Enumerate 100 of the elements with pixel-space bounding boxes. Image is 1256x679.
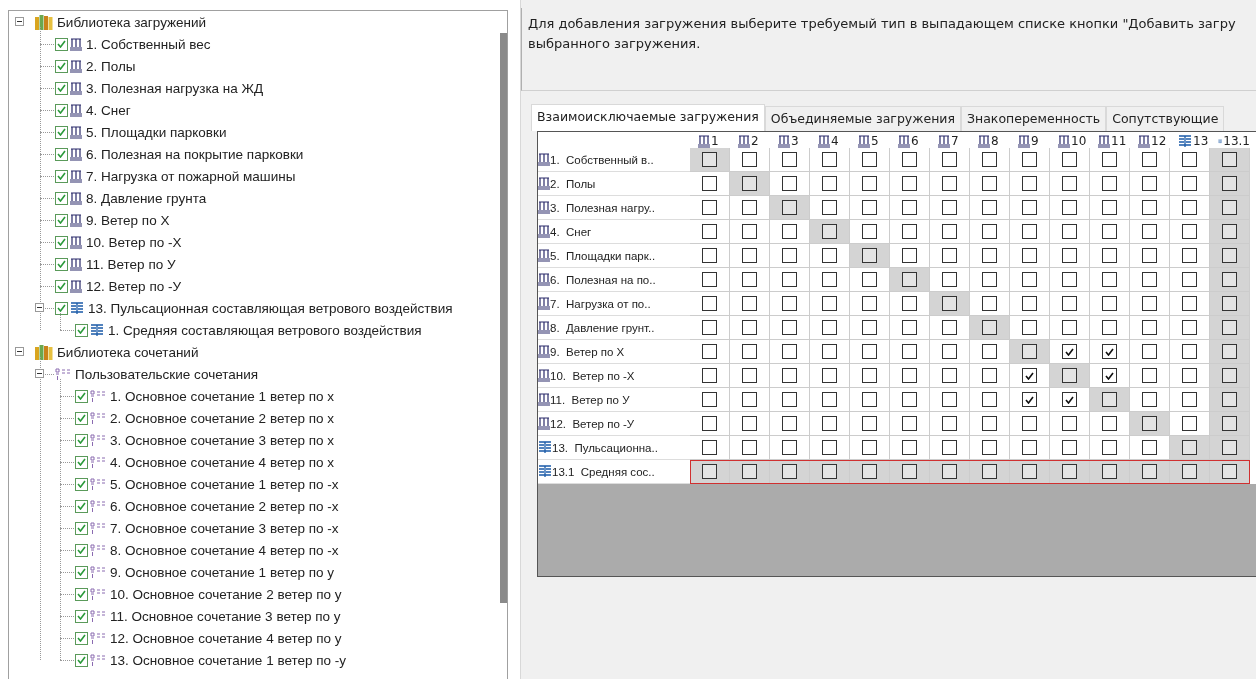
grid-checkbox[interactable] bbox=[782, 200, 797, 215]
tree-checkbox[interactable] bbox=[55, 235, 68, 249]
grid-checkbox[interactable] bbox=[702, 200, 717, 215]
tree-item[interactable]: 9. Основное сочетание 1 ветер по у bbox=[110, 564, 335, 580]
grid-checkbox[interactable] bbox=[942, 440, 957, 455]
grid-checkbox[interactable] bbox=[1222, 416, 1237, 431]
tree-item[interactable]: 10. Основное сочетание 2 ветер по у bbox=[110, 586, 342, 602]
grid-checkbox[interactable] bbox=[782, 296, 797, 311]
grid-checkbox[interactable] bbox=[702, 224, 717, 239]
grid-checkbox[interactable] bbox=[1062, 440, 1077, 455]
grid-checkbox[interactable] bbox=[1062, 392, 1077, 407]
tree-checkbox[interactable] bbox=[75, 389, 88, 403]
grid-checkbox[interactable] bbox=[742, 344, 757, 359]
grid-checkbox[interactable] bbox=[1222, 152, 1237, 167]
grid-checkbox[interactable] bbox=[1022, 200, 1037, 215]
grid-checkbox[interactable] bbox=[1142, 152, 1157, 167]
grid-checkbox[interactable] bbox=[1142, 176, 1157, 191]
tree-item[interactable]: 2. Полы bbox=[86, 58, 136, 74]
tree-checkbox[interactable] bbox=[55, 37, 68, 51]
grid-checkbox[interactable] bbox=[902, 176, 917, 191]
grid-checkbox[interactable] bbox=[1062, 224, 1077, 239]
collapse-icon[interactable] bbox=[15, 347, 24, 356]
grid-checkbox[interactable] bbox=[902, 464, 917, 479]
grid-checkbox[interactable] bbox=[702, 152, 717, 167]
tree-item[interactable]: 6. Основное сочетание 2 ветер по -х bbox=[110, 498, 339, 514]
grid-checkbox[interactable] bbox=[1062, 152, 1077, 167]
grid-checkbox[interactable] bbox=[1182, 440, 1197, 455]
grid-checkbox[interactable] bbox=[1142, 344, 1157, 359]
grid-checkbox[interactable] bbox=[822, 200, 837, 215]
tree-item[interactable]: 7. Основное сочетание 3 ветер по -х bbox=[110, 520, 339, 536]
grid-checkbox[interactable] bbox=[1062, 344, 1077, 359]
grid-checkbox[interactable] bbox=[1102, 224, 1117, 239]
grid-checkbox[interactable] bbox=[902, 344, 917, 359]
grid-checkbox[interactable] bbox=[1222, 368, 1237, 383]
grid-checkbox[interactable] bbox=[1222, 440, 1237, 455]
grid-checkbox[interactable] bbox=[982, 344, 997, 359]
grid-checkbox[interactable] bbox=[702, 272, 717, 287]
grid-checkbox[interactable] bbox=[862, 392, 877, 407]
grid-checkbox[interactable] bbox=[982, 248, 997, 263]
tree-item[interactable]: 4. Основное сочетание 4 ветер по х bbox=[110, 454, 335, 470]
grid-checkbox[interactable] bbox=[782, 416, 797, 431]
grid-checkbox[interactable] bbox=[742, 200, 757, 215]
tab[interactable]: Сопутствующие bbox=[1106, 106, 1225, 131]
grid-checkbox[interactable] bbox=[1182, 416, 1197, 431]
grid-checkbox[interactable] bbox=[822, 224, 837, 239]
grid-checkbox[interactable] bbox=[742, 392, 757, 407]
grid-checkbox[interactable] bbox=[942, 248, 957, 263]
grid-checkbox[interactable] bbox=[942, 152, 957, 167]
grid-checkbox[interactable] bbox=[902, 272, 917, 287]
grid-checkbox[interactable] bbox=[782, 344, 797, 359]
grid-checkbox[interactable] bbox=[862, 344, 877, 359]
grid-checkbox[interactable] bbox=[982, 416, 997, 431]
tree-item[interactable]: 6. Полезная на покрытие парковки bbox=[86, 146, 304, 162]
grid-checkbox[interactable] bbox=[942, 368, 957, 383]
tree-item[interactable]: 4. Снег bbox=[86, 102, 131, 118]
tree-checkbox[interactable] bbox=[75, 631, 88, 645]
grid-checkbox[interactable] bbox=[1222, 296, 1237, 311]
tree-checkbox[interactable] bbox=[55, 279, 68, 293]
grid-checkbox[interactable] bbox=[702, 296, 717, 311]
grid-checkbox[interactable] bbox=[1142, 248, 1157, 263]
grid-checkbox[interactable] bbox=[1142, 368, 1157, 383]
grid-checkbox[interactable] bbox=[1102, 272, 1117, 287]
tree-checkbox[interactable] bbox=[75, 455, 88, 469]
tree-checkbox[interactable] bbox=[75, 565, 88, 579]
grid-checkbox[interactable] bbox=[782, 176, 797, 191]
grid-checkbox[interactable] bbox=[1142, 440, 1157, 455]
grid-checkbox[interactable] bbox=[942, 416, 957, 431]
grid-checkbox[interactable] bbox=[1062, 200, 1077, 215]
grid-checkbox[interactable] bbox=[902, 296, 917, 311]
tree-checkbox[interactable] bbox=[75, 477, 88, 491]
grid-checkbox[interactable] bbox=[982, 440, 997, 455]
grid-checkbox[interactable] bbox=[1062, 464, 1077, 479]
tree-checkbox[interactable] bbox=[55, 213, 68, 227]
tree-checkbox[interactable] bbox=[75, 499, 88, 513]
tab[interactable]: Взаимоисключаемые загружения bbox=[531, 104, 765, 131]
tree-item[interactable]: 13. Пульсационная составляющая ветрового воздействия bbox=[88, 300, 453, 316]
grid-checkbox[interactable] bbox=[1102, 464, 1117, 479]
grid-checkbox[interactable] bbox=[1182, 152, 1197, 167]
grid-checkbox[interactable] bbox=[982, 224, 997, 239]
grid-checkbox[interactable] bbox=[742, 440, 757, 455]
collapse-icon[interactable] bbox=[35, 303, 44, 312]
grid-checkbox[interactable] bbox=[862, 296, 877, 311]
grid-checkbox[interactable] bbox=[1022, 344, 1037, 359]
tree-item[interactable]: 3. Полезная нагрузка на ЖД bbox=[86, 80, 264, 96]
tree-checkbox[interactable] bbox=[75, 543, 88, 557]
grid-checkbox[interactable] bbox=[1022, 392, 1037, 407]
grid-checkbox[interactable] bbox=[702, 392, 717, 407]
grid-checkbox[interactable] bbox=[1222, 464, 1237, 479]
tree-item[interactable]: 11. Ветер по У bbox=[86, 256, 176, 272]
grid-checkbox[interactable] bbox=[1062, 320, 1077, 335]
grid-checkbox[interactable] bbox=[982, 368, 997, 383]
tree-item[interactable]: 3. Основное сочетание 3 ветер по х bbox=[110, 432, 335, 448]
grid-checkbox[interactable] bbox=[822, 296, 837, 311]
grid-checkbox[interactable] bbox=[1062, 272, 1077, 287]
grid-checkbox[interactable] bbox=[982, 464, 997, 479]
tree-item[interactable]: 13. Основное сочетание 1 ветер по -у bbox=[110, 652, 347, 668]
grid-checkbox[interactable] bbox=[862, 152, 877, 167]
grid-checkbox[interactable] bbox=[822, 248, 837, 263]
grid-checkbox[interactable] bbox=[822, 344, 837, 359]
tree-item[interactable]: 1. Основное сочетание 1 ветер по х bbox=[110, 388, 335, 404]
